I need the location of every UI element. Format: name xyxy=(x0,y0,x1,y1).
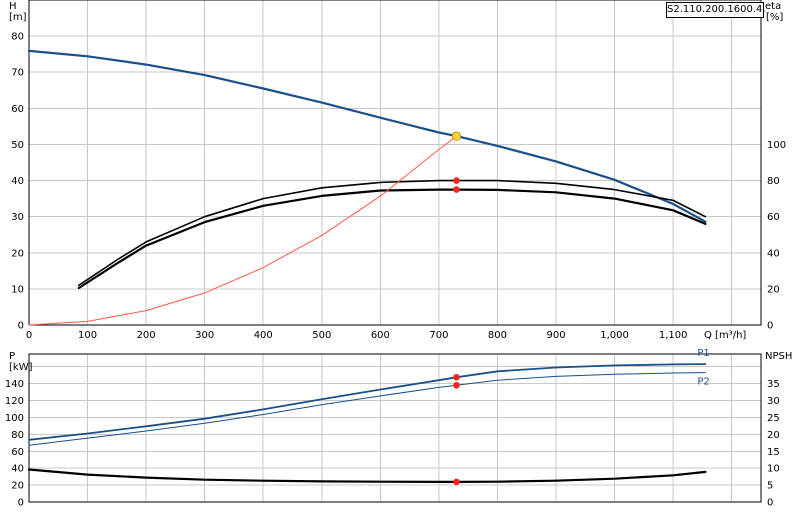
panel1-series-eta_upper xyxy=(78,179,707,287)
panel2-y-left-unit: [kW] xyxy=(9,362,33,373)
panel2-y-left-tick: 80 xyxy=(11,430,24,441)
panel1-y-left-tick: 80 xyxy=(11,32,24,43)
x-tick: 1,100 xyxy=(659,330,688,341)
panel2-y-right-tick: 5 xyxy=(767,481,773,492)
panel1-y-left-tick: 50 xyxy=(11,140,24,151)
panel1-y-right-label: eta xyxy=(765,1,781,12)
x-tick: 900 xyxy=(546,330,565,341)
panel1-y-right-unit: [%] xyxy=(766,12,783,23)
panel2-series-label-P2: P2 xyxy=(697,377,709,388)
panel2-y-right-tick: 15 xyxy=(767,447,780,458)
x-tick: 800 xyxy=(488,330,507,341)
panel1-y-right-tick: 60 xyxy=(767,212,780,223)
panel2-y-right-label: NPSH xyxy=(765,351,792,362)
panel2-y-left-label: P xyxy=(9,351,15,362)
panel2-y-right-tick: 30 xyxy=(767,396,780,407)
x-tick: 300 xyxy=(195,330,214,341)
panel1-y-left-label: H xyxy=(9,1,17,12)
panel1-y-left-tick: 70 xyxy=(11,68,24,79)
x-tick: 0 xyxy=(26,330,32,341)
panel2-operating-point xyxy=(453,381,460,389)
panel1-y-right-tick: 0 xyxy=(767,321,773,332)
pump-model-label: S2.110.200.1600.4. xyxy=(666,2,766,18)
panel1-y-left-unit: [m] xyxy=(9,12,27,23)
panel1-y-left-tick: 10 xyxy=(11,284,24,295)
x-tick: 1,000 xyxy=(600,330,629,341)
panel2-y-right-tick: 20 xyxy=(767,430,780,441)
panel2-y-right-tick: 35 xyxy=(767,379,780,390)
panel1-y-left-tick: 30 xyxy=(11,212,24,223)
panel1-y-left-tick: 60 xyxy=(11,104,24,115)
panel2-y-left-tick: 40 xyxy=(11,464,24,475)
panel1-frame xyxy=(28,0,762,326)
panel2-y-left-tick: 120 xyxy=(5,396,24,407)
panel1-y-right-tick: 20 xyxy=(767,284,780,295)
panel2-series-label-P1: P1 xyxy=(697,348,709,359)
panel2-y-right-tick: 10 xyxy=(767,464,780,475)
panel1-y-right-tick: 100 xyxy=(767,140,786,151)
panel2-y-right-tick: 0 xyxy=(767,498,773,509)
panel2-y-right-tick: 25 xyxy=(767,413,780,424)
panel2-series-P1 xyxy=(28,363,707,441)
x-tick: 100 xyxy=(78,330,97,341)
panel2-y-left-tick: 0 xyxy=(18,498,24,509)
pump-performance-chart: 01020304050607080020406080100H[m]eta[%]0… xyxy=(5,0,792,509)
panel2-series-NPSH xyxy=(27,468,707,483)
panel1-y-left-tick: 40 xyxy=(11,176,24,187)
panel2-y-left-tick: 20 xyxy=(11,481,24,492)
panel1-y-left-tick: 20 xyxy=(11,248,24,259)
x-tick: 700 xyxy=(429,330,448,341)
panel2-operating-point xyxy=(453,373,460,381)
x-tick: 500 xyxy=(312,330,331,341)
panel2-y-left-tick: 140 xyxy=(5,379,24,390)
x-tick: 200 xyxy=(137,330,156,341)
panel1-y-left-tick: 0 xyxy=(18,321,24,332)
x-tick: 600 xyxy=(371,330,390,341)
panel1-series-eta_lower xyxy=(77,188,707,290)
panel2-operating-point xyxy=(453,478,460,486)
panel2-y-left-tick: 60 xyxy=(11,447,24,458)
panel1-operating-point xyxy=(453,186,460,193)
panel2-y-left-tick: 100 xyxy=(5,413,24,424)
panel1-series-system xyxy=(28,135,457,326)
x-tick: 400 xyxy=(254,330,273,341)
panel1-y-right-tick: 80 xyxy=(767,176,780,187)
panel1-y-right-tick: 40 xyxy=(767,248,780,259)
panel1-series-H xyxy=(27,49,707,223)
x-axis-label: Q [m³/h] xyxy=(704,330,746,341)
panel1-operating-point xyxy=(451,131,462,141)
panel1-operating-point xyxy=(453,177,460,184)
